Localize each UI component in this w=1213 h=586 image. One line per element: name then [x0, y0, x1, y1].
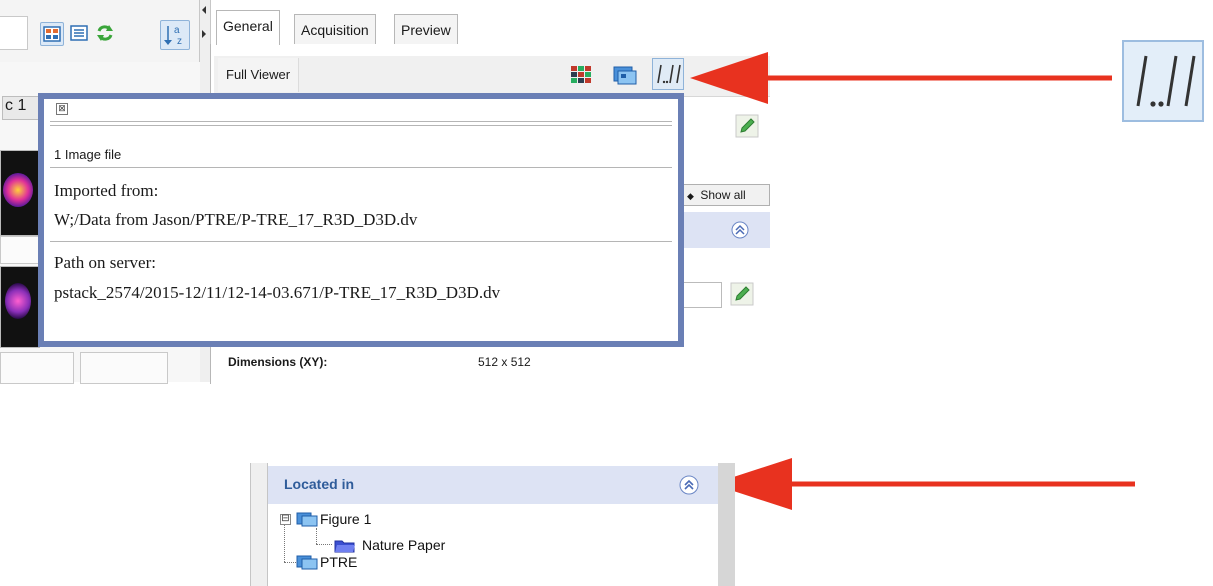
tree-item-label[interactable]: PTRE: [320, 554, 357, 570]
arrow-to-collapse-chevron: [712, 458, 1135, 510]
collapse-chevron-icon[interactable]: [678, 474, 700, 496]
located-in-title: Located in: [284, 476, 355, 492]
dataset-icon: [296, 555, 318, 570]
tree-line: [316, 544, 332, 545]
tree-expander[interactable]: ⊟: [280, 514, 291, 525]
arrow-to-toolbar-icon: [690, 52, 1112, 104]
project-folder-icon: [334, 540, 355, 553]
dataset-icon: [296, 512, 318, 527]
tree-line: [284, 522, 285, 562]
tree-item-label[interactable]: Figure 1: [320, 511, 371, 527]
tree-line: [316, 528, 317, 544]
panel-rail: [250, 463, 268, 586]
tree-item-label[interactable]: Nature Paper: [362, 537, 445, 553]
scrollbar[interactable]: [718, 463, 735, 586]
